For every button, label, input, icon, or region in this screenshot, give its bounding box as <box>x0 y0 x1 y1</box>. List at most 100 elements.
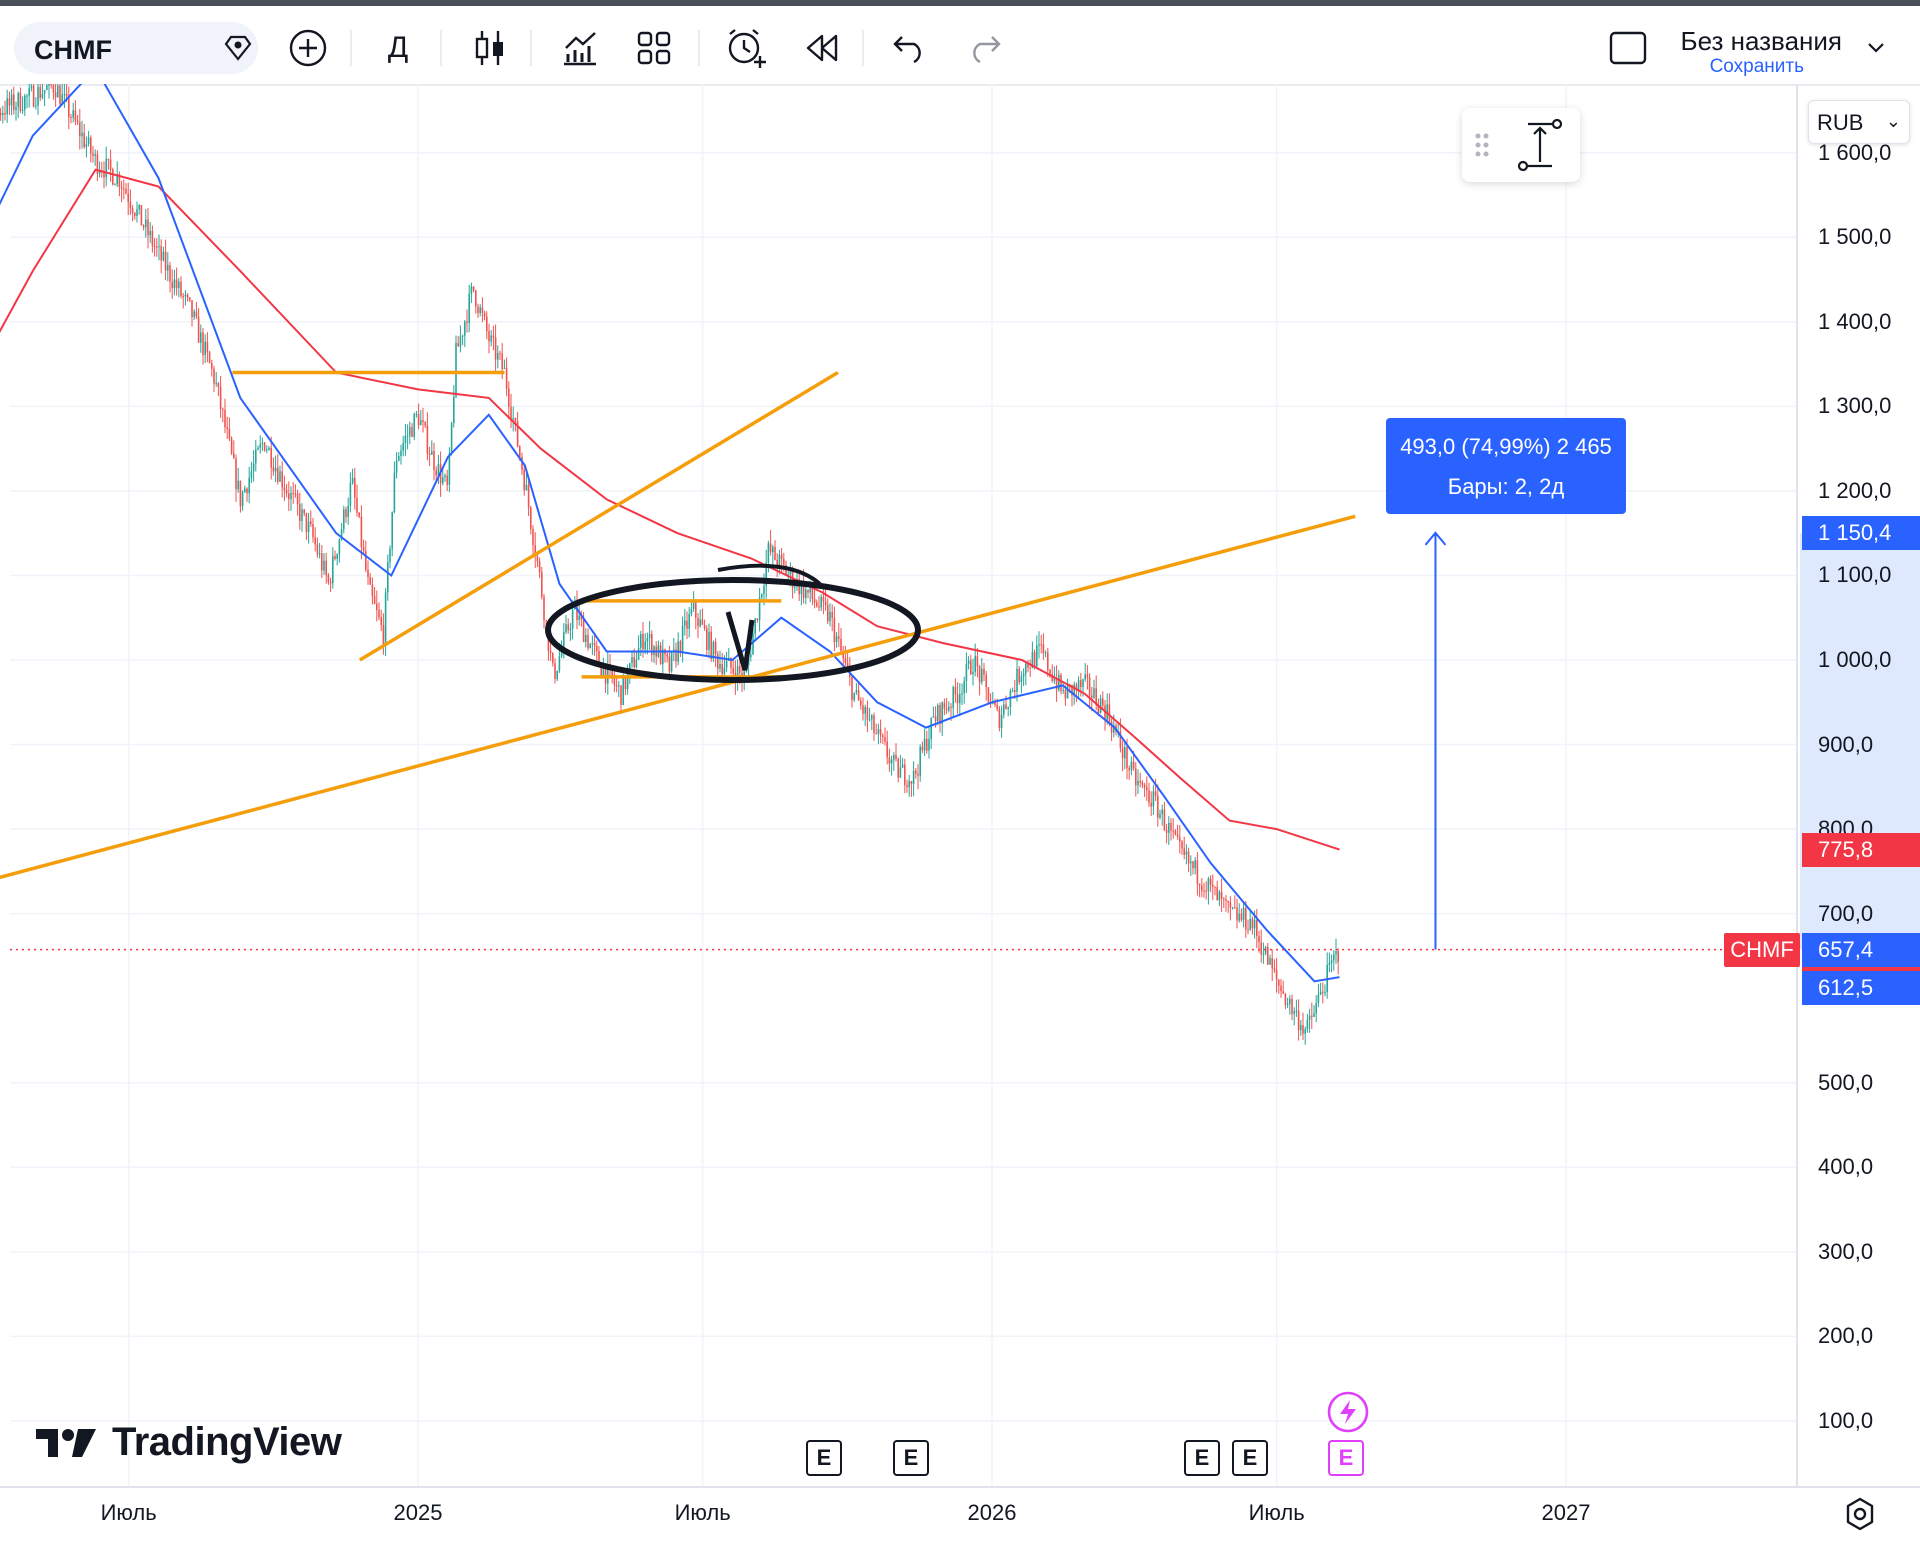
candle-body <box>1313 1013 1315 1017</box>
candle-body <box>1317 994 1320 1004</box>
undo-icon[interactable] <box>886 24 934 72</box>
earnings-badge[interactable]: E <box>806 1440 842 1476</box>
candle-body <box>307 521 310 533</box>
candle-body <box>94 154 96 156</box>
candle-body <box>1295 1010 1298 1012</box>
candle-body <box>699 619 701 627</box>
price-tick-label: 400,0 <box>1818 1154 1874 1180</box>
candle-body <box>299 504 301 521</box>
price-tag: 612,5 <box>1802 970 1920 1005</box>
candle-body <box>1062 689 1064 691</box>
candle-body <box>688 613 690 629</box>
price-tick-label: 1 300,0 <box>1818 393 1892 419</box>
candle-body <box>864 707 866 714</box>
candle-body <box>162 251 165 261</box>
candle-body <box>41 93 44 98</box>
candle-body <box>79 122 81 137</box>
candle-body <box>233 453 235 459</box>
candle-body <box>926 738 928 751</box>
symbol-search[interactable]: CHMF <box>14 22 258 74</box>
candle-body <box>831 611 833 618</box>
price-chart[interactable] <box>0 84 1920 1486</box>
favorite-diamond-icon[interactable] <box>224 35 252 61</box>
candle-body <box>1328 962 1331 965</box>
candle-body <box>182 296 184 298</box>
candle-body <box>206 341 209 353</box>
candle-body <box>1130 761 1133 771</box>
candle-body <box>1238 913 1240 921</box>
candle-body <box>1260 942 1262 955</box>
candles-icon[interactable] <box>466 24 514 72</box>
candle-body <box>1058 674 1060 690</box>
candle-body <box>369 577 371 585</box>
candle-body <box>63 93 66 95</box>
candle-body <box>556 670 558 680</box>
candle-body <box>274 467 277 472</box>
candle-body <box>970 660 972 675</box>
indicators-icon[interactable] <box>556 24 604 72</box>
candle-body <box>717 654 719 669</box>
candle-body <box>1234 907 1236 909</box>
price-tick-label: 900,0 <box>1818 731 1874 757</box>
save-link[interactable]: Сохранить <box>1710 56 1804 78</box>
candle-body <box>1036 645 1038 667</box>
earnings-badge[interactable]: E <box>1184 1440 1220 1476</box>
candle-body <box>906 785 908 788</box>
candle-body <box>283 487 286 491</box>
currency-select[interactable]: RUB ⌄ <box>1808 100 1910 144</box>
candle-body <box>1218 891 1221 901</box>
candle-body <box>912 770 915 784</box>
candle-body <box>347 505 349 518</box>
brand-name: TradingView <box>112 1420 342 1464</box>
candle-body <box>184 294 187 297</box>
earnings-badge[interactable]: E <box>893 1440 929 1476</box>
replay-icon[interactable] <box>798 24 846 72</box>
candle-body <box>981 668 983 683</box>
redo-icon[interactable] <box>960 24 1008 72</box>
earnings-badge[interactable]: E <box>1232 1440 1268 1476</box>
settings-gear-icon[interactable] <box>1842 1496 1878 1532</box>
candle-body <box>613 678 616 686</box>
candle-body <box>217 382 220 387</box>
candle-body <box>10 94 13 106</box>
layout-square-icon[interactable] <box>1604 24 1652 72</box>
candle-body <box>701 619 704 625</box>
candle-body <box>596 645 598 652</box>
candle-body <box>1306 1020 1309 1030</box>
candle-body <box>1302 1025 1304 1034</box>
price-tick-label: 1 200,0 <box>1818 477 1892 503</box>
candle-body <box>1157 795 1159 818</box>
candle-body <box>1216 887 1218 901</box>
candle-body <box>1253 919 1256 929</box>
candle-body <box>134 212 136 217</box>
candle-body <box>690 609 693 614</box>
interval-button[interactable]: Д <box>374 24 422 72</box>
candle-body <box>1141 782 1144 785</box>
chevron-down-icon[interactable] <box>1852 24 1900 72</box>
time-axis[interactable] <box>0 1486 1920 1548</box>
candle-body <box>1016 668 1018 692</box>
alert-icon[interactable] <box>722 24 770 72</box>
candle-body <box>1311 1015 1313 1017</box>
candle-body <box>1038 644 1040 646</box>
lightning-icon[interactable] <box>1326 1390 1370 1434</box>
candle-body <box>129 201 132 208</box>
candle-body <box>459 336 462 347</box>
candle-body <box>83 132 85 148</box>
templates-icon[interactable] <box>630 24 678 72</box>
candle-body <box>1337 951 1339 963</box>
candle-body <box>851 676 853 701</box>
earnings-badge-upcoming[interactable]: E <box>1328 1440 1364 1476</box>
candle-body <box>1003 704 1005 715</box>
drag-handle-icon[interactable] <box>1462 108 1580 182</box>
candle-body <box>112 169 114 185</box>
candle-body <box>1084 674 1086 680</box>
candle-body <box>1247 929 1249 931</box>
candle-body <box>453 396 455 424</box>
candle-body <box>39 87 41 98</box>
candle-body <box>978 666 981 683</box>
candle-body <box>1165 829 1168 833</box>
candle-body <box>888 757 891 764</box>
layout-title[interactable]: Без названия <box>1681 26 1842 57</box>
add-symbol-icon[interactable] <box>284 24 332 72</box>
